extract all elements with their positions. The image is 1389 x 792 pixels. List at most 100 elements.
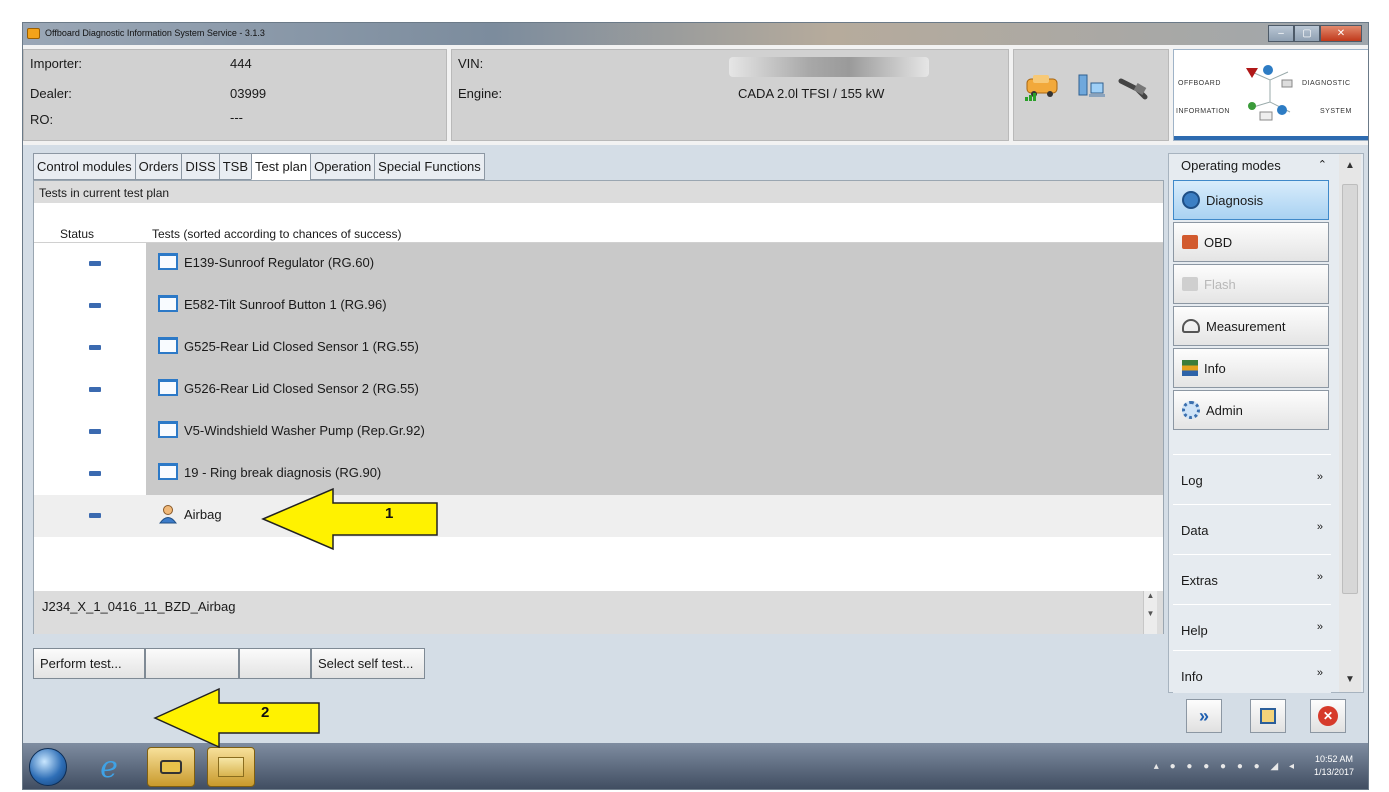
section-info-label: Info bbox=[1181, 669, 1203, 684]
test-row[interactable]: Airbag bbox=[34, 495, 1163, 537]
status-cell bbox=[34, 243, 146, 285]
selected-test-footer: J234_X_1_0416_11_BZD_Airbag ▲ ▼ bbox=[34, 591, 1163, 635]
importer-value: 444 bbox=[230, 56, 252, 71]
tab-orders[interactable]: Orders bbox=[134, 153, 182, 180]
scroll-up-icon[interactable]: ▲ bbox=[1339, 154, 1361, 178]
section-data[interactable]: Data » bbox=[1173, 504, 1331, 552]
test-label: Airbag bbox=[184, 507, 222, 522]
section-info[interactable]: Info » bbox=[1173, 650, 1331, 698]
mode-info-button[interactable]: Info bbox=[1173, 348, 1329, 388]
clock-time: 10:52 AM bbox=[1314, 754, 1353, 764]
scroll-thumb[interactable] bbox=[1342, 184, 1358, 594]
tab-diss[interactable]: DISS bbox=[181, 153, 219, 180]
status-cell bbox=[34, 453, 146, 495]
tab-control-modules[interactable]: Control modules bbox=[33, 153, 135, 180]
screenshot-button[interactable] bbox=[1250, 699, 1286, 733]
tab-test-plan[interactable]: Test plan bbox=[251, 153, 311, 180]
document-icon bbox=[158, 379, 178, 396]
title-bar: Offboard Diagnostic Information System S… bbox=[23, 23, 1368, 45]
dealer-value: 03999 bbox=[230, 86, 267, 101]
test-row[interactable]: E582-Tilt Sunroof Button 1 (RG.96) bbox=[34, 285, 1163, 327]
flash-icon bbox=[1182, 277, 1198, 291]
logo-graphic bbox=[1246, 65, 1293, 121]
test-row[interactable]: V5-Windshield Washer Pump (Rep.Gr.92) bbox=[34, 411, 1163, 453]
section-data-label: Data bbox=[1181, 523, 1209, 538]
dealer-label: Dealer: bbox=[30, 86, 72, 101]
document-icon bbox=[158, 463, 178, 480]
status-pending-icon bbox=[89, 471, 101, 476]
books-icon bbox=[1182, 360, 1198, 376]
exit-button[interactable]: ✕ bbox=[1310, 699, 1346, 733]
close-button[interactable]: ✕ bbox=[1320, 25, 1362, 42]
gauge-icon bbox=[1182, 319, 1200, 333]
system-tray[interactable]: ▴ ● ● ● ● ● ● ◢ ◂ bbox=[1154, 761, 1298, 772]
section-help-label: Help bbox=[1181, 623, 1208, 638]
test-label: E582-Tilt Sunroof Button 1 (RG.96) bbox=[184, 297, 387, 312]
frame-icon bbox=[1260, 708, 1276, 724]
start-button[interactable] bbox=[29, 748, 67, 786]
operating-modes-header[interactable]: Operating modes ⌃ bbox=[1173, 158, 1331, 178]
sidebar-action-bar: » ✕ bbox=[1168, 693, 1364, 743]
expand-icon: » bbox=[1316, 621, 1323, 633]
status-pending-icon bbox=[89, 513, 101, 518]
select-self-test-button[interactable]: Select self test... bbox=[311, 648, 425, 679]
test-row[interactable]: E139-Sunroof Regulator (RG.60) bbox=[34, 243, 1163, 285]
test-label: G526-Rear Lid Closed Sensor 2 (RG.55) bbox=[184, 381, 419, 396]
operating-modes-label: Operating modes bbox=[1181, 158, 1281, 173]
vehicle-header: Importer: 444 Dealer: 03999 RO: --- VIN:… bbox=[23, 45, 1368, 145]
sidebar-scrollbar[interactable]: ▲ ▼ bbox=[1339, 154, 1361, 692]
cancel-icon: ✕ bbox=[1318, 706, 1338, 726]
mode-diagnosis-button[interactable]: Diagnosis bbox=[1173, 180, 1329, 220]
admin-gear-icon bbox=[1182, 401, 1200, 419]
selected-test-code: J234_X_1_0416_11_BZD_Airbag bbox=[42, 599, 236, 614]
app-window: Offboard Diagnostic Information System S… bbox=[22, 22, 1369, 790]
tab-special-functions[interactable]: Special Functions bbox=[374, 153, 485, 180]
annotation-arrow-1 bbox=[261, 487, 438, 551]
operating-modes-sidebar: Operating modes ⌃ Diagnosis OBD Flash Me… bbox=[1168, 153, 1364, 698]
expand-icon: » bbox=[1316, 521, 1323, 533]
expand-icon: » bbox=[1316, 667, 1323, 679]
test-row[interactable]: G526-Rear Lid Closed Sensor 2 (RG.55) bbox=[34, 369, 1163, 411]
mode-measurement-button[interactable]: Measurement bbox=[1173, 306, 1329, 346]
obd-icon bbox=[1182, 235, 1198, 249]
mode-flash-label: Flash bbox=[1204, 276, 1236, 292]
tab-bar: Control modules Orders DISS TSB Test pla… bbox=[33, 153, 485, 180]
document-icon bbox=[158, 421, 178, 438]
minimize-button[interactable]: – bbox=[1268, 25, 1294, 42]
car-connection-icon bbox=[1025, 75, 1058, 101]
collapse-icon[interactable]: ⌃ bbox=[1318, 158, 1327, 171]
column-header-tests[interactable]: Tests (sorted according to chances of su… bbox=[152, 227, 401, 241]
engine-value: CADA 2.0l TFSI / 155 kW bbox=[738, 86, 885, 101]
perform-test-button[interactable]: Perform test... bbox=[33, 648, 145, 679]
section-extras[interactable]: Extras » bbox=[1173, 554, 1331, 602]
mode-obd-button[interactable]: OBD bbox=[1173, 222, 1329, 262]
status-pending-icon bbox=[89, 429, 101, 434]
tab-tsb[interactable]: TSB bbox=[218, 153, 252, 180]
mode-flash-button[interactable]: Flash bbox=[1173, 264, 1329, 304]
clock[interactable]: 10:52 AM 1/13/2017 bbox=[1314, 753, 1354, 779]
footer-scrollbar[interactable]: ▲ ▼ bbox=[1143, 591, 1157, 635]
forward-button[interactable]: » bbox=[1186, 699, 1222, 733]
mode-admin-button[interactable]: Admin bbox=[1173, 390, 1329, 430]
status-cell bbox=[34, 369, 146, 411]
app-icon bbox=[27, 28, 40, 39]
odis-taskbar-icon[interactable] bbox=[147, 747, 195, 787]
tab-operation[interactable]: Operation bbox=[310, 153, 375, 180]
section-help[interactable]: Help » bbox=[1173, 604, 1331, 652]
odis-logo: OFFBOARD DIAGNOSTIC INFORMATION SYSTEM bbox=[1173, 49, 1368, 141]
test-row[interactable]: G525-Rear Lid Closed Sensor 1 (RG.55) bbox=[34, 327, 1163, 369]
vin-redacted bbox=[729, 57, 929, 77]
status-pending-icon bbox=[89, 345, 101, 350]
expand-icon: » bbox=[1316, 471, 1323, 483]
internet-explorer-icon[interactable]: e bbox=[85, 747, 133, 787]
column-header-status[interactable]: Status bbox=[60, 227, 94, 241]
expand-icon: » bbox=[1316, 571, 1323, 583]
maximize-button[interactable]: ▢ bbox=[1294, 25, 1320, 42]
secondary-button-1[interactable] bbox=[145, 648, 239, 679]
test-row[interactable]: 19 - Ring break diagnosis (RG.90) bbox=[34, 453, 1163, 495]
explorer-taskbar-icon[interactable] bbox=[207, 747, 255, 787]
section-log[interactable]: Log » bbox=[1173, 454, 1331, 502]
cable-icon bbox=[1118, 78, 1148, 100]
secondary-button-2[interactable] bbox=[239, 648, 311, 679]
scroll-down-icon[interactable]: ▼ bbox=[1339, 668, 1361, 692]
